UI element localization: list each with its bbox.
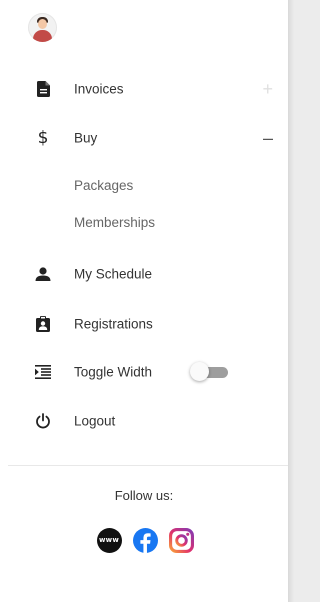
switch-knob[interactable] — [190, 362, 209, 381]
main-content-area — [288, 0, 317, 602]
document-icon — [34, 80, 52, 98]
subnav-item-memberships[interactable]: Memberships — [74, 215, 155, 230]
instagram-icon — [168, 527, 194, 553]
nav-item-registrations[interactable]: Registrations — [0, 309, 288, 339]
dollar-glyph: $ — [37, 128, 49, 148]
follow-us-label: Follow us: — [114, 488, 174, 503]
person-icon — [34, 265, 52, 283]
nav-label-buy: Buy — [74, 130, 98, 146]
subnav-item-packages[interactable]: Packages — [74, 178, 133, 193]
nav-label-my-schedule: My Schedule — [74, 266, 153, 282]
nav-item-logout[interactable]: Logout — [0, 406, 288, 436]
avatar-head — [38, 19, 47, 29]
avatar-body — [33, 30, 52, 42]
nav-label-registrations: Registrations — [74, 316, 153, 332]
power-icon — [34, 412, 52, 430]
toggle-width-switch[interactable] — [190, 362, 230, 382]
avatar[interactable] — [28, 13, 57, 42]
facebook-link[interactable] — [132, 527, 158, 553]
sidebar: Invoices + $ Buy – Packages Memberships … — [0, 0, 288, 602]
website-icon: www — [96, 527, 122, 553]
nav-item-buy[interactable]: $ Buy – — [0, 123, 288, 153]
nav-label-toggle-width: Toggle Width — [74, 364, 153, 380]
collapse-minus-icon[interactable]: – — [263, 129, 273, 147]
divider — [8, 465, 288, 466]
social-links: www — [96, 527, 194, 553]
nav-label-logout: Logout — [74, 413, 116, 429]
clipboard-person-icon — [34, 315, 52, 333]
www-text: www — [98, 536, 119, 544]
expand-plus-icon[interactable]: + — [262, 80, 273, 98]
instagram-link[interactable] — [168, 527, 194, 553]
indent-icon — [34, 363, 52, 381]
nav-item-toggle-width[interactable]: Toggle Width — [0, 357, 288, 387]
website-link[interactable]: www — [96, 527, 122, 553]
nav-item-my-schedule[interactable]: My Schedule — [0, 259, 288, 289]
facebook-icon — [132, 527, 158, 553]
nav-label-invoices: Invoices — [74, 81, 124, 97]
dollar-icon: $ — [34, 128, 52, 148]
nav-item-invoices[interactable]: Invoices + — [0, 74, 288, 104]
